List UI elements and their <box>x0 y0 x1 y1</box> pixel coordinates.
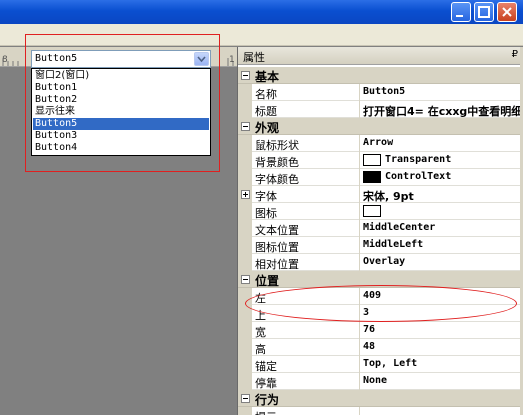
property-value[interactable]: 打开窗口4= 在cxxg中查看明细 <box>363 103 523 119</box>
property-name: 名称 <box>255 88 277 101</box>
property-row[interactable]: 停靠 None <box>238 373 523 390</box>
property-name: 宽 <box>255 326 266 339</box>
property-name: 文本位置 <box>255 224 299 237</box>
property-row[interactable]: 字体颜色 ControlText <box>238 169 523 186</box>
category-appearance[interactable]: 外观 <box>238 118 523 135</box>
expand-icon[interactable] <box>241 190 250 199</box>
category-label: 基本 <box>255 70 280 84</box>
properties-header: 属性 ₽ <box>238 47 523 65</box>
ruler-label: 8 <box>2 55 8 65</box>
category-behavior[interactable]: 行为 <box>238 390 523 407</box>
property-value[interactable]: MiddleCenter <box>363 222 523 233</box>
property-name: 锚定 <box>255 360 277 373</box>
property-name: 提示 <box>255 409 358 415</box>
collapse-icon[interactable] <box>241 122 250 131</box>
color-swatch <box>363 171 381 183</box>
properties-title: 属性 <box>243 51 265 64</box>
category-label: 外观 <box>255 121 280 135</box>
property-value[interactable]: Transparent <box>385 154 523 165</box>
property-value[interactable]: 48 <box>363 341 523 352</box>
property-value[interactable]: Top, Left <box>363 358 523 369</box>
collapse-icon[interactable] <box>241 275 250 284</box>
property-name: 图标 <box>255 207 277 220</box>
properties-panel: 属性 ₽ 基本 名称 Button5 标题 打开窗口4= 在cxxg中查看明细 … <box>237 47 523 415</box>
property-row[interactable]: 图标 <box>238 203 523 220</box>
category-basic[interactable]: 基本 <box>238 67 523 84</box>
property-row[interactable]: 高 48 <box>238 339 523 356</box>
category-label: 行为 <box>255 393 280 407</box>
property-name: 图标位置 <box>255 241 299 254</box>
property-row[interactable]: 宽 76 <box>238 322 523 339</box>
property-name: 标题 <box>255 105 277 118</box>
property-row[interactable]: 图标位置 MiddleLeft <box>238 237 523 254</box>
property-value[interactable]: Arrow <box>363 137 523 148</box>
color-swatch <box>363 154 381 166</box>
property-row[interactable]: 字体 宋体, 9pt <box>238 186 523 203</box>
property-row[interactable]: 锚定 Top, Left <box>238 356 523 373</box>
maximize-icon[interactable] <box>474 2 494 22</box>
property-row[interactable]: 鼠标形状 Arrow <box>238 135 523 152</box>
property-name: 停靠 <box>255 377 277 390</box>
property-value[interactable]: ControlText <box>385 171 523 182</box>
property-value[interactable]: 76 <box>363 324 523 335</box>
ruler-label: 1 <box>229 55 235 65</box>
property-value[interactable]: Button5 <box>363 86 523 97</box>
property-row[interactable]: 文本位置 MiddleCenter <box>238 220 523 237</box>
property-row[interactable]: 标题 打开窗口4= 在cxxg中查看明细 <box>238 101 523 118</box>
property-row[interactable]: 提示 <box>238 407 523 415</box>
property-value[interactable]: None <box>363 375 523 386</box>
property-row[interactable]: 名称 Button5 <box>238 84 523 101</box>
highlight-ellipse <box>245 285 517 322</box>
property-value[interactable]: MiddleLeft <box>363 239 523 250</box>
close-icon[interactable] <box>497 2 517 22</box>
property-value[interactable]: Overlay <box>363 256 523 267</box>
collapse-icon[interactable] <box>241 71 250 80</box>
pin-icon[interactable]: ₽ <box>512 49 518 60</box>
minimize-icon[interactable] <box>451 2 471 22</box>
collapse-icon[interactable] <box>241 394 250 403</box>
icon-swatch[interactable] <box>363 205 381 217</box>
property-name: 字体颜色 <box>255 173 299 186</box>
property-value[interactable]: 宋体, 9pt <box>363 188 523 204</box>
property-row[interactable]: 背景颜色 Transparent <box>238 152 523 169</box>
property-name: 高 <box>255 343 266 356</box>
property-name: 字体 <box>255 190 277 203</box>
property-name: 背景颜色 <box>255 156 299 169</box>
app-window: 8 1 Button5 窗口2(窗口) Button1 Button2 显示往来… <box>0 0 523 415</box>
category-label: 位置 <box>255 274 280 288</box>
property-row[interactable]: 相对位置 Overlay <box>238 254 523 271</box>
property-name: 相对位置 <box>255 258 299 271</box>
highlight-rectangle <box>25 34 220 172</box>
title-bar <box>0 0 523 24</box>
property-name: 鼠标形状 <box>255 139 299 152</box>
